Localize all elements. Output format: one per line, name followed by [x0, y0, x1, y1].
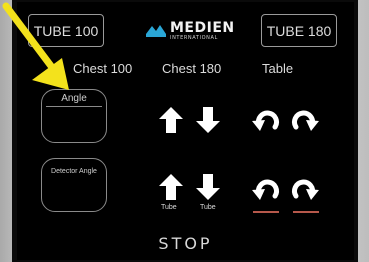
angle-divider — [46, 106, 102, 107]
stop-button[interactable]: STOP — [17, 234, 354, 253]
detector-angle-label: Detector Angle — [51, 168, 97, 175]
angle-label: Angle — [61, 93, 87, 104]
chest-100-label: Chest 100 — [73, 61, 133, 76]
table-label: Table — [262, 61, 294, 76]
tube-down-label: Tube — [200, 204, 216, 211]
tube-100-button[interactable]: TUBE 100 — [28, 14, 104, 47]
angle-button[interactable]: Angle — [41, 89, 107, 143]
logo-subtitle: INTERNATIONAL — [170, 35, 218, 41]
medien-logo: MEDIEN INTERNATIONAL — [144, 18, 236, 44]
rotate-ccw-underline — [253, 211, 279, 213]
tube-down-icon[interactable] — [193, 172, 223, 202]
chest180-up-icon[interactable] — [156, 105, 186, 135]
control-screen: TUBE 100 MEDIEN INTERNATIONAL TUBE 180 C… — [17, 2, 354, 260]
chest-180-label: Chest 180 — [162, 61, 222, 76]
rotate-cw-underline — [293, 211, 319, 213]
tube-180-button[interactable]: TUBE 180 — [261, 14, 337, 47]
logo-mark-icon — [146, 25, 166, 37]
table-rotate-cw-icon[interactable] — [290, 105, 320, 135]
chest180-down-icon[interactable] — [193, 105, 223, 135]
detector-angle-button[interactable]: Detector Angle — [41, 158, 107, 212]
table-rotate-ccw-icon[interactable] — [251, 105, 281, 135]
tube-up-icon[interactable] — [156, 172, 186, 202]
rotate-ccw-icon[interactable] — [251, 174, 281, 204]
logo-name: MEDIEN — [170, 20, 235, 36]
tube-up-label: Tube — [161, 204, 177, 211]
rotate-cw-icon[interactable] — [290, 174, 320, 204]
